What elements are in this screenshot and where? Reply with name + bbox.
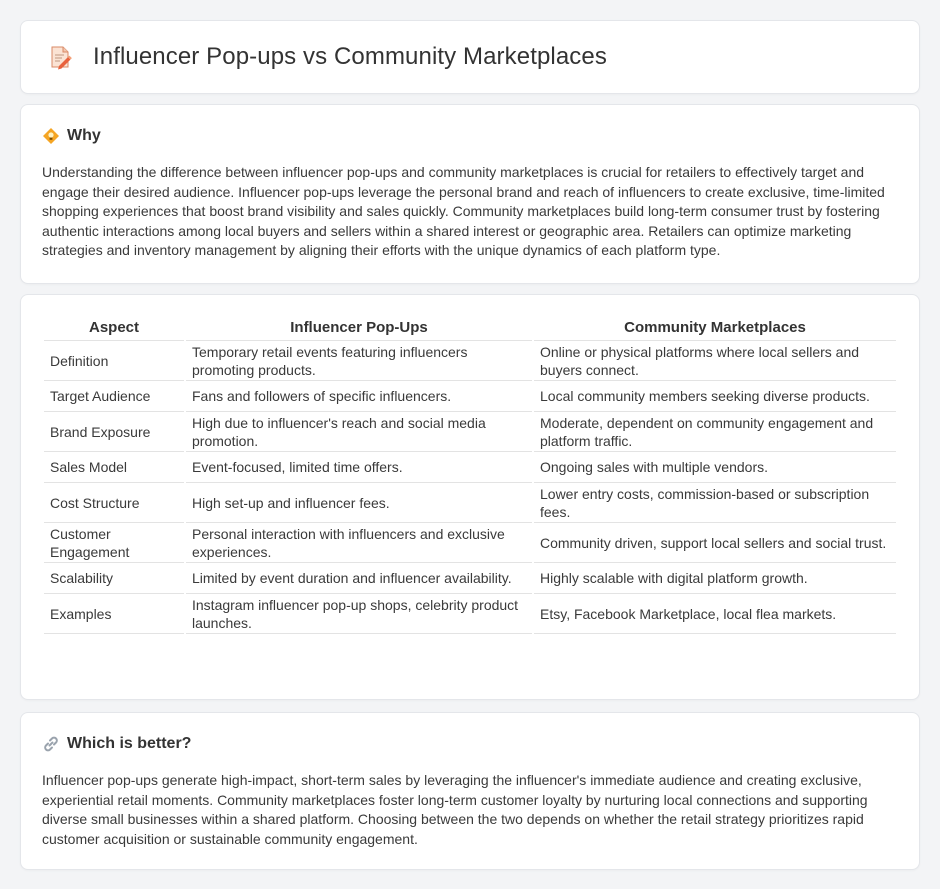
table-row: Examples Instagram influencer pop-up sho… <box>44 594 896 634</box>
row-aspect: Target Audience <box>44 381 184 412</box>
table-row: Definition Temporary retail events featu… <box>44 341 896 381</box>
table-row: Customer Engagement Personal interaction… <box>44 523 896 563</box>
table-header-row: Aspect Influencer Pop-Ups Community Mark… <box>44 313 896 341</box>
row-community-value: Online or physical platforms where local… <box>534 341 896 381</box>
table-row: Cost Structure High set-up and influence… <box>44 483 896 523</box>
why-title: Why <box>67 127 101 144</box>
header-influencer-popups: Influencer Pop-Ups <box>186 313 532 341</box>
row-aspect: Scalability <box>44 563 184 594</box>
which-is-better-section: Which is better? Influencer pop-ups gene… <box>20 712 920 870</box>
row-influencer-value: Personal interaction with influencers an… <box>186 523 532 563</box>
row-aspect: Brand Exposure <box>44 412 184 452</box>
row-aspect: Definition <box>44 341 184 381</box>
row-influencer-value: Instagram influencer pop-up shops, celeb… <box>186 594 532 634</box>
row-influencer-value: Fans and followers of specific influence… <box>186 381 532 412</box>
why-section: Why Understanding the difference between… <box>20 104 920 284</box>
why-text: Understanding the difference between inf… <box>42 164 885 258</box>
row-aspect: Sales Model <box>44 452 184 483</box>
row-influencer-value: Temporary retail events featuring influe… <box>186 341 532 381</box>
row-aspect: Customer Engagement <box>44 523 184 563</box>
table-row: Scalability Limited by event duration an… <box>44 563 896 594</box>
row-influencer-value: Event-focused, limited time offers. <box>186 452 532 483</box>
comparison-table-card: Aspect Influencer Pop-Ups Community Mark… <box>20 294 920 700</box>
row-community-value: Local community members seeking diverse … <box>534 381 896 412</box>
row-influencer-value: High due to influencer's reach and socia… <box>186 412 532 452</box>
comparison-table: Aspect Influencer Pop-Ups Community Mark… <box>42 313 898 634</box>
better-text: Influencer pop-ups generate high-impact,… <box>42 772 868 847</box>
row-community-value: Ongoing sales with multiple vendors. <box>534 452 896 483</box>
table-row: Target Audience Fans and followers of sp… <box>44 381 896 412</box>
row-community-value: Etsy, Facebook Marketplace, local flea m… <box>534 594 896 634</box>
row-aspect: Cost Structure <box>44 483 184 523</box>
header-card: Influencer Pop-ups vs Community Marketpl… <box>20 20 920 94</box>
lightbulb-icon <box>42 127 60 145</box>
row-influencer-value: Limited by event duration and influencer… <box>186 563 532 594</box>
row-community-value: Lower entry costs, commission-based or s… <box>534 483 896 523</box>
link-icon <box>42 735 60 753</box>
table-row: Sales Model Event-focused, limited time … <box>44 452 896 483</box>
row-aspect: Examples <box>44 594 184 634</box>
page-title: Influencer Pop-ups vs Community Marketpl… <box>93 43 607 70</box>
table-row: Brand Exposure High due to influencer's … <box>44 412 896 452</box>
header-aspect: Aspect <box>44 313 184 341</box>
better-title: Which is better? <box>67 735 192 752</box>
row-community-value: Community driven, support local sellers … <box>534 523 896 563</box>
row-influencer-value: High set-up and influencer fees. <box>186 483 532 523</box>
header-community-marketplaces: Community Marketplaces <box>534 313 896 341</box>
edit-note-icon <box>45 42 75 72</box>
row-community-value: Highly scalable with digital platform gr… <box>534 563 896 594</box>
row-community-value: Moderate, dependent on community engagem… <box>534 412 896 452</box>
